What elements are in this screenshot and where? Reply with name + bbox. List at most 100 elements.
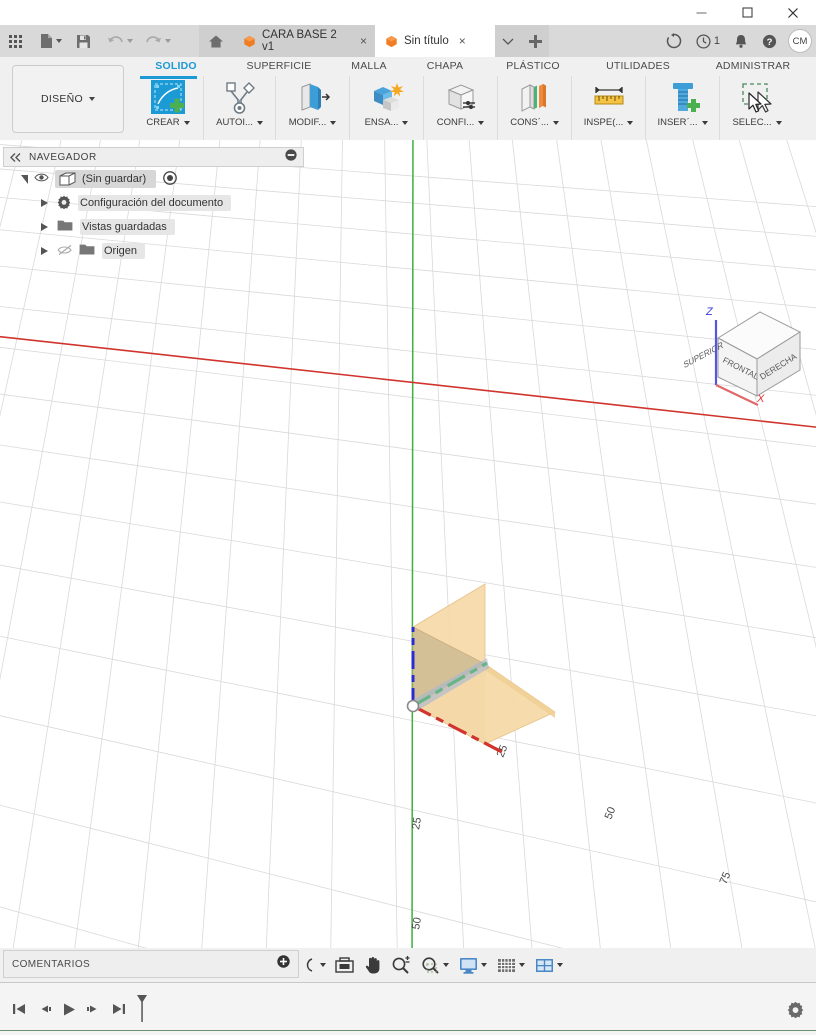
ribbon-tab-utilidades[interactable]: UTILIDADES [583, 60, 693, 72]
timeline-step-forward-button[interactable] [81, 983, 106, 1035]
app-grid-icon[interactable] [0, 25, 27, 57]
home-button[interactable] [199, 25, 233, 57]
eye-hidden-icon[interactable] [57, 244, 73, 259]
grid-snaps-icon[interactable] [490, 948, 528, 982]
select-window-icon[interactable] [735, 76, 779, 118]
expand-triangle-icon[interactable] [41, 223, 48, 231]
ribbon-panel-inspeccionar-label[interactable]: INSPE(... [584, 117, 634, 128]
zoom-window-icon[interactable] [413, 948, 452, 982]
collapse-left-icon[interactable] [10, 152, 22, 162]
ribbon-panel-construir[interactable]: CONS΄... [498, 76, 572, 140]
panel-label-text: MODIF... [288, 117, 327, 128]
view-camera-icon[interactable] [329, 948, 357, 982]
undo-icon[interactable] [95, 25, 137, 57]
inspect-ruler-icon[interactable] [589, 76, 629, 118]
document-tab-close-icon[interactable]: × [360, 35, 367, 47]
timeline-settings-button[interactable] [787, 983, 804, 1035]
ribbon-panel-ensamblar-label[interactable]: ENSA... [365, 117, 409, 128]
display-settings-icon[interactable] [452, 948, 490, 982]
redo-icon[interactable] [137, 25, 175, 57]
activate-radio-icon[interactable] [163, 170, 178, 188]
create-sketch-icon[interactable] [148, 76, 188, 118]
comments-panel[interactable]: COMENTARIOS [3, 950, 299, 978]
navigation-toolbar [300, 948, 566, 982]
ribbon-panel-ensamblar[interactable]: ENSA... [350, 76, 424, 140]
timeline-track[interactable] [0, 1030, 816, 1035]
ribbon-panel-insertar-label[interactable]: INSER΄... [657, 117, 708, 128]
ribbon-tab-malla[interactable]: MALLA [329, 60, 409, 72]
plus-circle-icon[interactable] [277, 955, 290, 973]
timeline-marker[interactable] [131, 983, 153, 1035]
chevron-down-icon[interactable] [557, 963, 563, 967]
ribbon-panel-automatizar-label[interactable]: AUTOI... [216, 117, 263, 128]
ribbon-panel-insertar[interactable]: INSER΄... [646, 76, 720, 140]
ribbon-tab-solido[interactable]: SOLIDO [141, 60, 211, 72]
avatar[interactable]: CM [788, 29, 812, 53]
tabs-dropdown-button[interactable] [495, 25, 521, 57]
construct-plane-icon[interactable] [515, 76, 555, 118]
chevron-down-icon[interactable] [443, 963, 449, 967]
chevron-down-icon[interactable] [320, 963, 326, 967]
bell-icon[interactable] [727, 25, 755, 57]
quick-access-toolbar [0, 25, 175, 57]
job-status-icon[interactable]: 1 [689, 25, 727, 57]
expand-triangle-icon[interactable] [21, 174, 28, 184]
ribbon-panel-seleccionar[interactable]: SELEC... [720, 76, 794, 140]
ribbon-panel-crear-label[interactable]: CREAR [146, 117, 190, 128]
browser-item-root[interactable]: (Sin guardar) [21, 167, 304, 191]
timeline-go-end-button[interactable] [106, 983, 131, 1035]
ribbon-panel-automatizar[interactable]: AUTOI... [204, 76, 276, 140]
chevron-down-icon[interactable] [165, 39, 171, 43]
orbit-icon[interactable] [300, 948, 329, 982]
document-tab-1[interactable]: Sin título × [375, 25, 495, 57]
timeline-play-button[interactable] [56, 983, 81, 1035]
ribbon-panel-construir-label[interactable]: CONS΄... [510, 117, 559, 128]
ribbon-tab-plastico[interactable]: PLÁSTICO [488, 60, 578, 72]
ribbon-tab-superficie[interactable]: SUPERFICIE [229, 60, 329, 72]
chevron-down-icon[interactable] [519, 963, 525, 967]
close-button[interactable] [770, 0, 816, 25]
viewport-layout-icon[interactable] [528, 948, 566, 982]
new-document-button[interactable] [521, 25, 549, 57]
expand-triangle-icon[interactable] [41, 247, 48, 255]
document-tab-0[interactable]: CARA BASE 2 v1 × [233, 25, 375, 57]
insert-bolt-icon[interactable] [663, 76, 703, 118]
ribbon-panel-inspeccionar[interactable]: INSPE(... [572, 76, 646, 140]
browser-item-label: Vistas guardadas [82, 221, 167, 233]
navigator-header[interactable]: NAVEGADOR [3, 147, 304, 167]
minimize-button[interactable] [678, 0, 724, 25]
chevron-down-icon[interactable] [127, 39, 133, 43]
ribbon-tab-chapa[interactable]: CHAPA [405, 60, 485, 72]
expand-triangle-icon[interactable] [41, 199, 48, 207]
ribbon-panel-modificar-label[interactable]: MODIF... [288, 117, 337, 128]
chevron-down-icon [183, 120, 190, 125]
maximize-button[interactable] [724, 0, 770, 25]
construct-icon[interactable] [441, 76, 481, 118]
automate-icon[interactable] [220, 76, 260, 118]
browser-item-document-settings[interactable]: Configuración del documento [21, 191, 304, 215]
minus-circle-icon[interactable] [285, 148, 297, 166]
chevron-down-icon[interactable] [481, 963, 487, 967]
browser-item-saved-views[interactable]: Vistas guardadas [21, 215, 304, 239]
ribbon-panel-seleccionar-label[interactable]: SELEC... [732, 117, 782, 128]
chevron-down-icon[interactable] [56, 39, 62, 43]
ribbon-tab-administrar[interactable]: ADMINISTRAR [693, 60, 813, 72]
refresh-icon[interactable] [659, 25, 689, 57]
workspace-selector[interactable]: DISEÑO [12, 65, 124, 133]
timeline-go-start-button[interactable] [6, 983, 31, 1035]
ribbon-panel-configurar[interactable]: CONFI... [424, 76, 498, 140]
assemble-icon[interactable] [367, 76, 407, 118]
pan-hand-icon[interactable] [357, 948, 384, 982]
ribbon-panel-configurar-label[interactable]: CONFI... [437, 117, 485, 128]
ribbon-panel-crear[interactable]: CREAR [133, 76, 204, 140]
save-icon[interactable] [66, 25, 95, 57]
help-icon[interactable]: ? [755, 25, 784, 57]
new-file-icon[interactable] [27, 25, 66, 57]
timeline-step-back-button[interactable] [31, 983, 56, 1035]
eye-icon[interactable] [34, 172, 49, 186]
ribbon-panel-modificar[interactable]: MODIF... [276, 76, 350, 140]
zoom-icon[interactable] [384, 948, 413, 982]
browser-item-origin[interactable]: Origen [21, 239, 304, 263]
document-tab-close-icon[interactable]: × [459, 35, 466, 47]
modify-icon[interactable] [293, 76, 333, 118]
